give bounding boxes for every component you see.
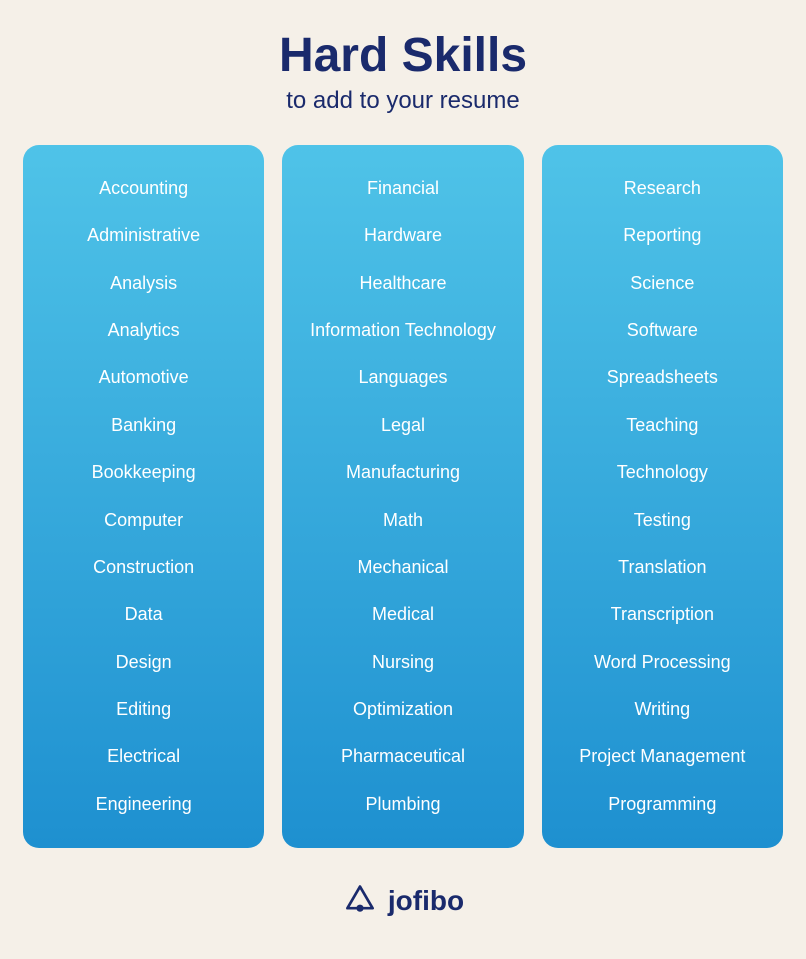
skill-item: Optimization [292,686,513,733]
skill-item: Engineering [33,781,254,828]
skill-item: Translation [552,544,773,591]
brand-name: jofibo [388,885,464,917]
skill-item: Design [33,639,254,686]
skill-item: Accounting [33,165,254,212]
skill-item: Nursing [292,639,513,686]
skill-item: Teaching [552,402,773,449]
page-subtitle: to add to your resume [279,87,527,115]
skill-item: Administrative [33,212,254,259]
skill-item: Financial [292,165,513,212]
skill-item: Programming [552,781,773,828]
skill-item: Mechanical [292,544,513,591]
skill-item: Plumbing [292,781,513,828]
skill-item: Automotive [33,354,254,401]
skill-item: Languages [292,354,513,401]
skills-columns: AccountingAdministrativeAnalysisAnalytic… [23,145,783,848]
skill-item: Research [552,165,773,212]
skills-column-2: FinancialHardwareHealthcareInformation T… [282,145,523,848]
skill-item: Hardware [292,212,513,259]
skill-item: Analytics [33,307,254,354]
skill-item: Construction [33,544,254,591]
skill-item: Analysis [33,260,254,307]
skill-item: Medical [292,591,513,638]
skill-item: Writing [552,686,773,733]
skill-item: Math [292,497,513,544]
skill-item: Software [552,307,773,354]
skill-item: Bookkeeping [33,449,254,496]
footer: jofibo [342,883,464,919]
skill-item: Banking [33,402,254,449]
skill-item: Reporting [552,212,773,259]
skill-item: Testing [552,497,773,544]
skill-item: Computer [33,497,254,544]
page-title: Hard Skills [279,30,527,83]
skill-item: Electrical [33,733,254,780]
skill-item: Transcription [552,591,773,638]
skill-item: Spreadsheets [552,354,773,401]
skill-item: Project Management [552,733,773,780]
skill-item: Healthcare [292,260,513,307]
skill-item: Technology [552,449,773,496]
skill-item: Editing [33,686,254,733]
jofibo-logo-icon [342,883,378,919]
skills-column-3: ResearchReportingScienceSoftwareSpreadsh… [542,145,783,848]
skill-item: Science [552,260,773,307]
skill-item: Word Processing [552,639,773,686]
page-header: Hard Skills to add to your resume [279,30,527,115]
skill-item: Data [33,591,254,638]
skill-item: Legal [292,402,513,449]
skill-item: Pharmaceutical [292,733,513,780]
skill-item: Information Technology [292,307,513,354]
skill-item: Manufacturing [292,449,513,496]
skills-column-1: AccountingAdministrativeAnalysisAnalytic… [23,145,264,848]
